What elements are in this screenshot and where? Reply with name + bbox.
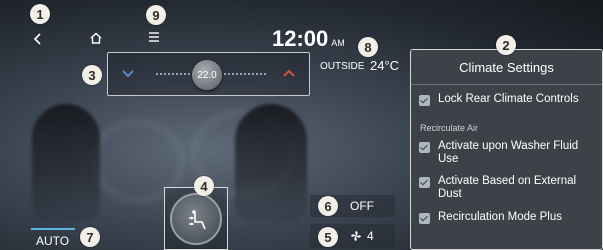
checkbox-checked-icon[interactable] bbox=[419, 213, 430, 224]
callout-marker: 3 bbox=[82, 65, 102, 85]
panel-divider bbox=[411, 84, 602, 85]
clock-period: AM bbox=[331, 38, 345, 48]
chevron-up-icon[interactable] bbox=[281, 65, 297, 81]
callout-marker: 5 bbox=[318, 227, 338, 247]
callout-marker: 7 bbox=[80, 227, 100, 247]
section-label: Recirculate Air bbox=[420, 123, 479, 133]
temperature-knob[interactable]: 22.0 bbox=[192, 60, 222, 90]
fan-icon bbox=[351, 231, 361, 241]
chevron-down-icon[interactable] bbox=[120, 65, 136, 81]
option-label: Activate Based on External Dust bbox=[438, 175, 577, 200]
option-label: Lock Rear Climate Controls bbox=[438, 93, 579, 105]
auto-label: AUTO bbox=[36, 234, 70, 248]
option-label: Recirculation Mode Plus bbox=[438, 211, 563, 223]
lock-rear-climate-option[interactable]: Lock Rear Climate Controls bbox=[419, 93, 579, 106]
right-seat-image bbox=[235, 104, 307, 222]
temperature-setpoint: 22.0 bbox=[197, 69, 217, 81]
callout-marker: 4 bbox=[194, 176, 214, 196]
menu-icon[interactable] bbox=[146, 30, 162, 44]
callout-marker: 9 bbox=[146, 5, 166, 25]
airflow-dial bbox=[170, 193, 222, 245]
climate-screen: 12:00 AM OUTSIDE 24°C 22.0 Climate Settin… bbox=[0, 0, 603, 250]
checkbox-checked-icon[interactable] bbox=[419, 95, 430, 106]
fan-level: 4 bbox=[367, 229, 374, 243]
external-dust-option[interactable]: Activate Based on External Dust bbox=[419, 175, 588, 201]
seat-airflow-icon bbox=[189, 210, 206, 230]
outside-temp-label: OUTSIDE bbox=[320, 61, 365, 72]
callout-marker: 8 bbox=[358, 37, 378, 57]
auto-button[interactable]: AUTO bbox=[25, 224, 85, 250]
clock-time: 12:00 bbox=[272, 26, 329, 51]
home-icon[interactable] bbox=[88, 30, 104, 46]
panel-title: Climate Settings bbox=[459, 60, 554, 75]
callout-marker: 6 bbox=[318, 196, 338, 216]
recirculation-plus-option[interactable]: Recirculation Mode Plus bbox=[419, 211, 562, 224]
checkbox-checked-icon[interactable] bbox=[419, 142, 430, 153]
washer-fluid-option[interactable]: Activate upon Washer Fluid Use bbox=[419, 140, 598, 166]
checkbox-checked-icon[interactable] bbox=[419, 177, 430, 188]
off-label: OFF bbox=[350, 199, 374, 213]
airflow-mode-button[interactable] bbox=[164, 187, 228, 250]
option-label: Activate upon Washer Fluid Use bbox=[438, 140, 579, 165]
temperature-slider[interactable]: 22.0 bbox=[107, 52, 310, 96]
left-seat-image bbox=[32, 104, 100, 222]
climate-settings-panel: Climate Settings Lock Rear Climate Contr… bbox=[410, 49, 603, 250]
auto-indicator bbox=[31, 228, 75, 230]
callout-marker: 1 bbox=[30, 4, 50, 24]
callout-marker: 2 bbox=[496, 35, 516, 55]
back-icon[interactable] bbox=[30, 30, 46, 48]
clock: 12:00 AM bbox=[272, 26, 345, 52]
outside-temp-value: 24°C bbox=[370, 58, 400, 73]
